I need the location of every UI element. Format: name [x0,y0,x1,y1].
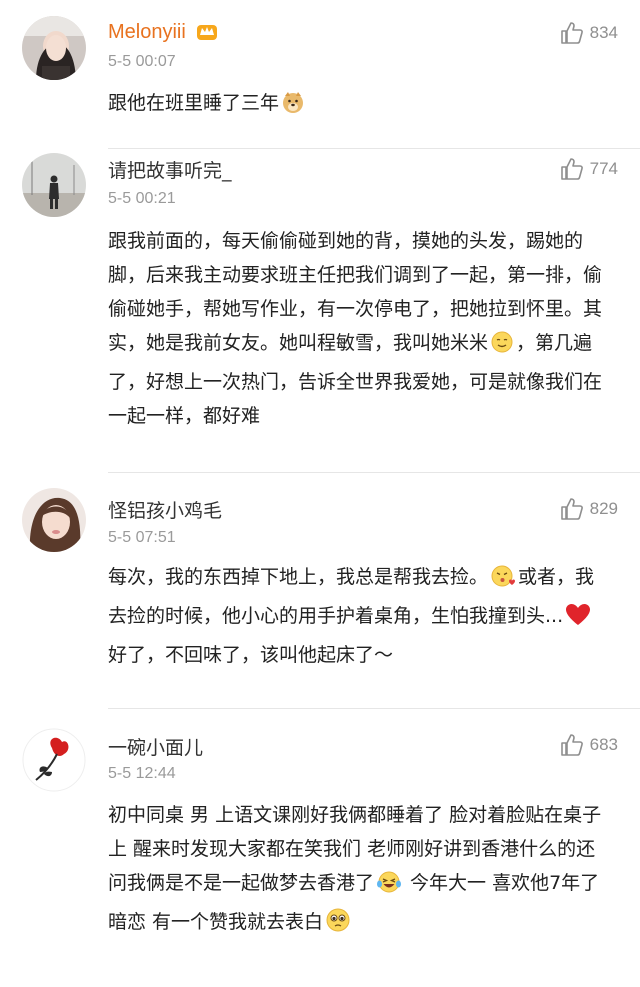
thumbs-up-icon [560,158,583,180]
thumbs-up-icon [560,22,583,44]
username-text[interactable]: Melonyiii [108,21,186,43]
username[interactable]: 一碗小面儿 [108,736,203,760]
timestamp: 5-5 00:21 [108,190,176,207]
comment-item: 怪铝孩小鸡毛 5-5 07:51 829 每次，我的东西掉下地上，我总是帮我去捡… [0,472,640,710]
comment-text-part: 好了，不回味了，该叫他起床了～ [108,644,394,666]
comment-text: 每次，我的东西掉下地上，我总是帮我去捡。 或者，我去捡的时候，他小心的用手护着桌角… [108,560,608,672]
comment-text: 初中同桌 男 上语文课刚好我俩都睡着了 脸对着脸贴在桌子上 醒来时发现大家都在笑… [108,798,608,944]
timestamp: 5-5 00:07 [108,53,176,70]
avatar[interactable] [22,728,86,792]
thumbs-up-icon [560,734,583,756]
comment-item: Melonyiii 5-5 00:07 834 跟他在班里睡了三年 [0,0,640,150]
comment-text-part: 跟他在班里睡了三年 [108,92,280,114]
avatar[interactable] [22,16,86,80]
like-count: 774 [589,159,618,178]
like-button[interactable]: 834 [560,21,618,45]
timestamp: 5-5 07:51 [108,529,176,546]
vip-crown-icon [196,21,218,47]
doge-emoji-icon [281,90,305,125]
like-count: 834 [589,23,618,42]
like-count: 683 [589,735,618,754]
username[interactable]: 请把故事听完_ [108,159,232,183]
pleading-emoji-icon [325,907,351,944]
timestamp: 5-5 12:44 [108,765,176,782]
laughing-tears-emoji-icon [376,870,402,905]
like-button[interactable]: 774 [560,157,618,181]
comment-text: 跟我前面的，每天偷偷碰到她的背，摸她的头发，踢她的脚，后来我主动要求班主任把我们… [108,224,608,433]
comment-item: 一碗小面儿 5-5 12:44 683 初中同桌 男 上语文课刚好我俩都睡着了 … [0,708,640,987]
avatar[interactable] [22,153,86,217]
like-count: 829 [589,499,618,518]
content-smile-emoji-icon [490,330,514,365]
kiss-emoji-icon [490,564,516,599]
comment-feed: Melonyiii 5-5 00:07 834 跟他在班里睡了三年 请把故事听完… [0,0,640,987]
like-button[interactable]: 683 [560,733,618,757]
username[interactable]: Melonyiii [108,20,218,47]
comment-item: 请把故事听完_ 5-5 00:21 774 跟我前面的，每天偷偷碰到她的背，摸她… [0,148,640,473]
comment-text-part: 每次，我的东西掉下地上，我总是帮我去捡。 [108,566,489,588]
thumbs-up-icon [560,498,583,520]
comment-text: 跟他在班里睡了三年 [108,86,608,125]
heart-icon [565,603,591,638]
avatar[interactable] [22,488,86,552]
username[interactable]: 怪铝孩小鸡毛 [108,499,222,523]
like-button[interactable]: 829 [560,497,618,521]
